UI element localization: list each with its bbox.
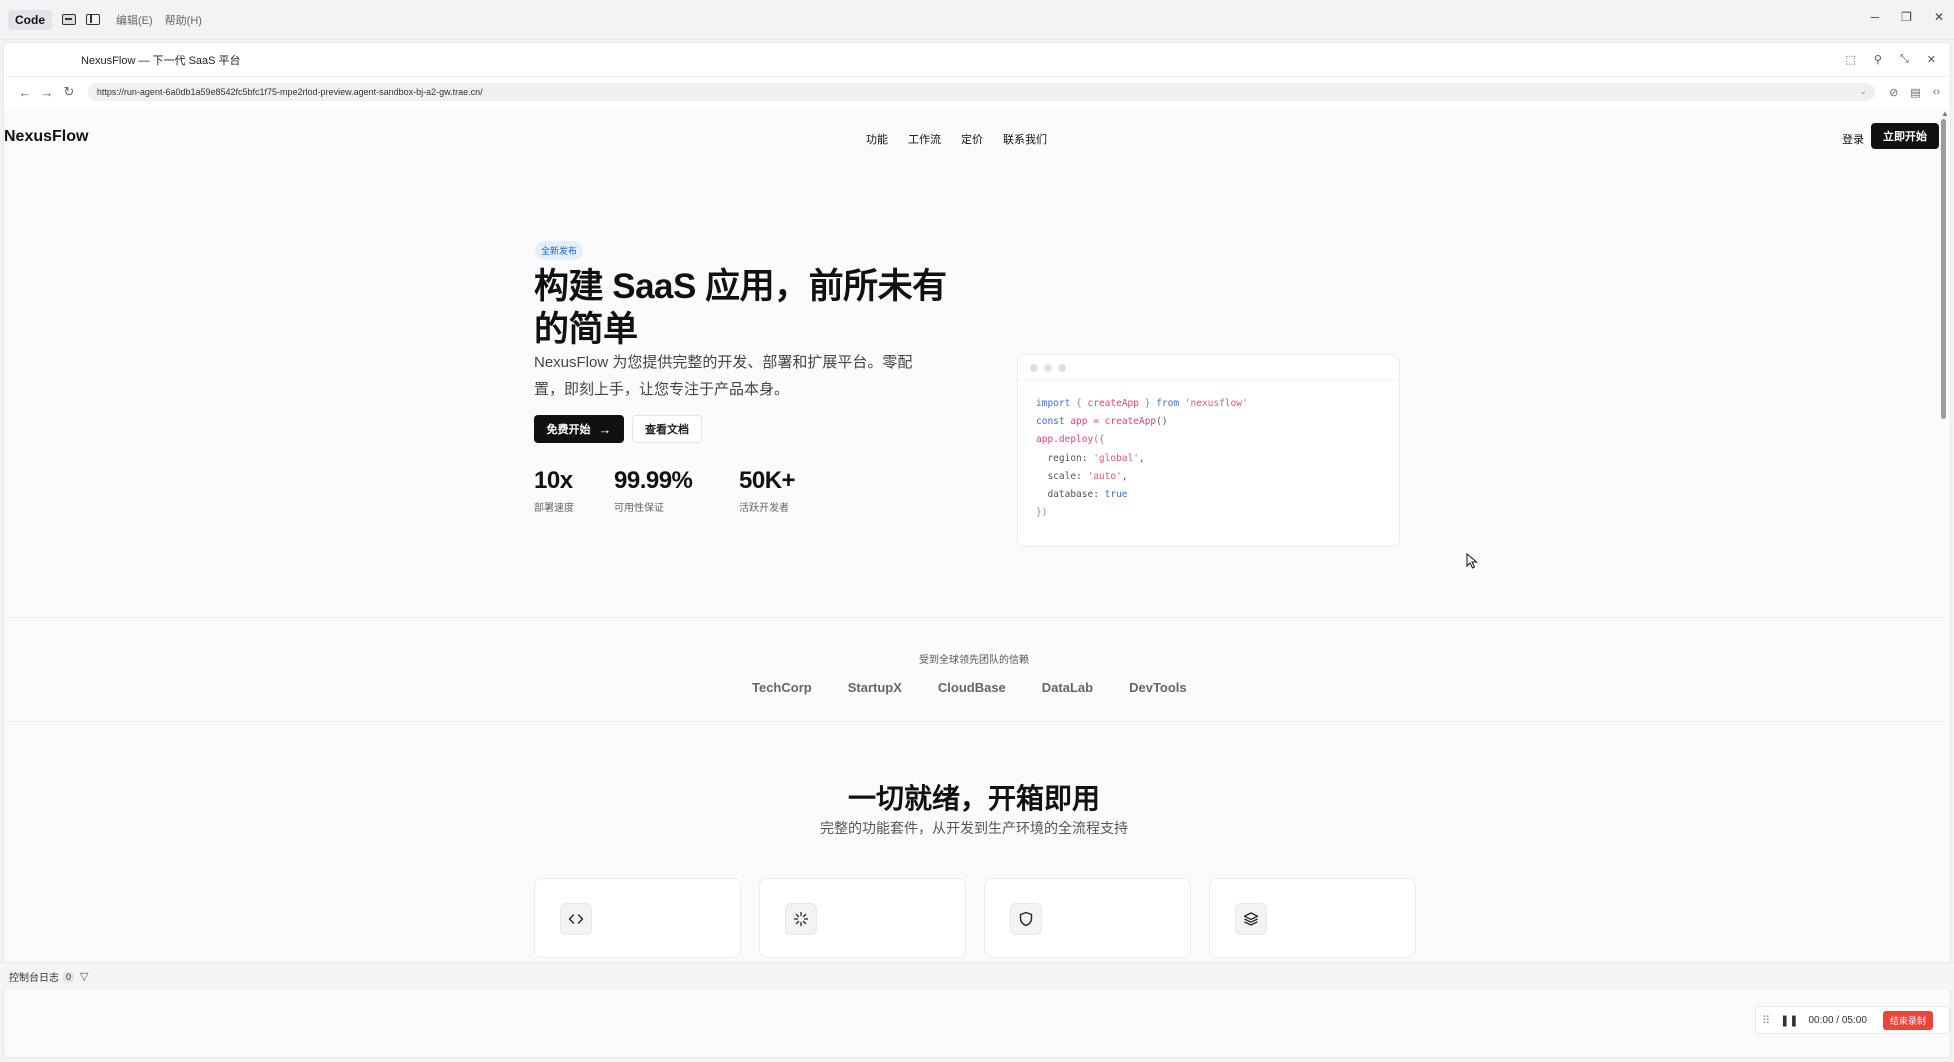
feature-card[interactable] <box>984 878 1191 958</box>
brand-startupx: StartupX <box>847 680 902 695</box>
main-nav: 功能 工作流 定价 联系我们 <box>866 131 1047 147</box>
scroll-up-icon[interactable]: ▲ <box>1941 109 1949 118</box>
window-dots <box>1018 355 1399 381</box>
page-scrollbar[interactable]: ▲ <box>1941 109 1949 1057</box>
nav-item-pricing[interactable]: 定价 <box>961 131 983 147</box>
brand-devtools: DevTools <box>1129 680 1187 695</box>
element-picker-icon[interactable]: ⬚ <box>1846 53 1856 66</box>
reload-icon[interactable]: ↻ <box>58 84 80 100</box>
site-header: NexusFlow 功能 工作流 定价 联系我们 登录 立即开始 <box>4 109 1944 161</box>
browser-window: NexusFlow — 下一代 SaaS 平台 ⬚ ⚲ ⤡ ✕ ← → ↻ ht… <box>3 42 1951 1058</box>
stat-label: 部署速度 <box>534 503 574 514</box>
shield-icon <box>1010 903 1042 935</box>
trust-label: 受到全球领先团队的信赖 <box>919 655 1029 666</box>
devtools-icon[interactable]: ‹› <box>1933 86 1940 99</box>
menu-help[interactable]: 帮助(H) <box>165 12 202 28</box>
page-viewport: NexusFlow 功能 工作流 定价 联系我们 登录 立即开始 全新发布 构建… <box>4 109 1950 1057</box>
feature-card[interactable] <box>534 878 741 958</box>
stat-availability: 99.99% 可用性保证 <box>614 467 693 514</box>
nav-item-features[interactable]: 功能 <box>866 131 888 147</box>
close-preview-icon[interactable]: ✕ <box>1927 53 1936 66</box>
code-icon <box>560 903 592 935</box>
address-field[interactable]: https://run-agent-6a0db1a59e8542fc5bfc1f… <box>87 83 1876 101</box>
login-link[interactable]: 登录 <box>1842 131 1864 147</box>
stat-deploy-speed: 10x 部署速度 <box>534 467 574 514</box>
release-badge: 全新发布 <box>535 241 584 260</box>
stop-recording-button[interactable]: 结束录制 <box>1882 1010 1933 1030</box>
free-start-label: 免费开始 <box>546 424 591 436</box>
site-logo[interactable]: NexusFlow <box>4 128 88 146</box>
code-preview-card: import { createApp } from 'nexusflow' co… <box>1017 354 1400 547</box>
sparkle-icon <box>785 903 817 935</box>
chevron-down-icon[interactable]: ⌄ <box>1860 86 1868 97</box>
free-start-button[interactable]: 免费开始 → <box>534 415 624 443</box>
arrow-right-icon: → <box>598 421 612 437</box>
reader-icon[interactable]: ▤ <box>1910 86 1920 99</box>
drag-handle-icon[interactable]: ⠿ <box>1762 1014 1770 1027</box>
close-window-icon[interactable]: ✕ <box>1934 10 1944 24</box>
feature-card[interactable] <box>1209 878 1416 958</box>
stat-value: 10x <box>534 467 573 494</box>
back-icon[interactable]: ← <box>14 85 36 100</box>
hero-description: NexusFlow 为您提供完整的开发、部署和扩展平台。零配置，即刻上手，让您专… <box>534 354 913 398</box>
mouse-cursor-icon <box>1466 552 1478 574</box>
shrink-icon[interactable]: ⤡ <box>1900 53 1909 66</box>
pin-icon[interactable]: ⚲ <box>1874 53 1882 66</box>
feature-card[interactable] <box>759 878 966 958</box>
features-subtitle: 完整的功能套件，从开发到生产环境的全流程支持 <box>820 820 1128 836</box>
console-log-label[interactable]: 控制台日志 <box>9 969 59 984</box>
features-title: 一切就绪，开箱即用 <box>847 783 1100 814</box>
layers-icon <box>1235 903 1267 935</box>
code-snippet: import { createApp } from 'nexusflow' co… <box>1036 398 1248 519</box>
tab-bar: NexusFlow — 下一代 SaaS 平台 ⬚ ⚲ ⤡ ✕ <box>4 43 1950 77</box>
console-count-badge: 0 <box>63 971 75 982</box>
stat-developers: 50K+ 活跃开发者 <box>739 467 796 514</box>
preview-panel-icon[interactable] <box>62 14 76 25</box>
section-divider <box>4 617 1944 618</box>
brand-datalab: DataLab <box>1041 680 1094 695</box>
stat-value: 50K+ <box>739 467 796 494</box>
tab-title[interactable]: NexusFlow — 下一代 SaaS 平台 <box>81 52 241 68</box>
nav-item-contact[interactable]: 联系我们 <box>1003 131 1047 147</box>
brand-cloudbase: CloudBase <box>937 680 1006 695</box>
extension-icon[interactable]: ⊘ <box>1889 86 1898 99</box>
stat-label: 活跃开发者 <box>739 503 789 514</box>
nav-item-workflow[interactable]: 工作流 <box>908 131 941 147</box>
recording-time: 00:00 / 05:00 <box>1808 1014 1867 1026</box>
brand-techcorp: TechCorp <box>752 680 812 695</box>
recording-widget: ⠿ ❚❚ 00:00 / 05:00 结束录制 <box>1755 1006 1950 1034</box>
url-bar: ← → ↻ https://run-agent-6a0db1a59e8542fc… <box>4 77 1950 107</box>
url-text: https://run-agent-6a0db1a59e8542fc5bfc1f… <box>96 87 483 97</box>
url-actions: ⊘ ▤ ‹› <box>1889 86 1940 99</box>
get-started-button[interactable]: 立即开始 <box>1871 123 1939 149</box>
hero-title: 构建 SaaS 应用，前所未有的简单 <box>534 267 947 349</box>
section-divider <box>4 721 1944 722</box>
scrollbar-thumb[interactable] <box>1941 119 1946 419</box>
stat-label: 可用性保证 <box>614 503 664 514</box>
forward-icon[interactable]: → <box>36 85 58 100</box>
console-bar: 控制台日志 0 ▽ <box>0 962 1954 990</box>
stat-value: 99.99% <box>614 467 693 494</box>
sidebar-toggle-icon[interactable] <box>86 14 100 25</box>
view-docs-button[interactable]: 查看文档 <box>632 415 702 443</box>
filter-icon[interactable]: ▽ <box>80 970 88 983</box>
pause-icon[interactable]: ❚❚ <box>1780 1014 1798 1027</box>
code-mode-button[interactable]: Code <box>8 9 52 30</box>
window-controls: ─ ❐ ✕ <box>1871 10 1944 24</box>
menu-edit[interactable]: 编辑(E) <box>116 12 153 28</box>
app-toolbar: Code 编辑(E) 帮助(H) ─ ❐ ✕ <box>0 0 1954 40</box>
restore-icon[interactable]: ❐ <box>1901 10 1912 24</box>
tab-controls: ⬚ ⚲ ⤡ ✕ <box>1846 53 1937 66</box>
minimize-icon[interactable]: ─ <box>1871 10 1880 24</box>
brand-logos: TechCorp StartupX CloudBase DataLab DevT… <box>752 680 1223 695</box>
